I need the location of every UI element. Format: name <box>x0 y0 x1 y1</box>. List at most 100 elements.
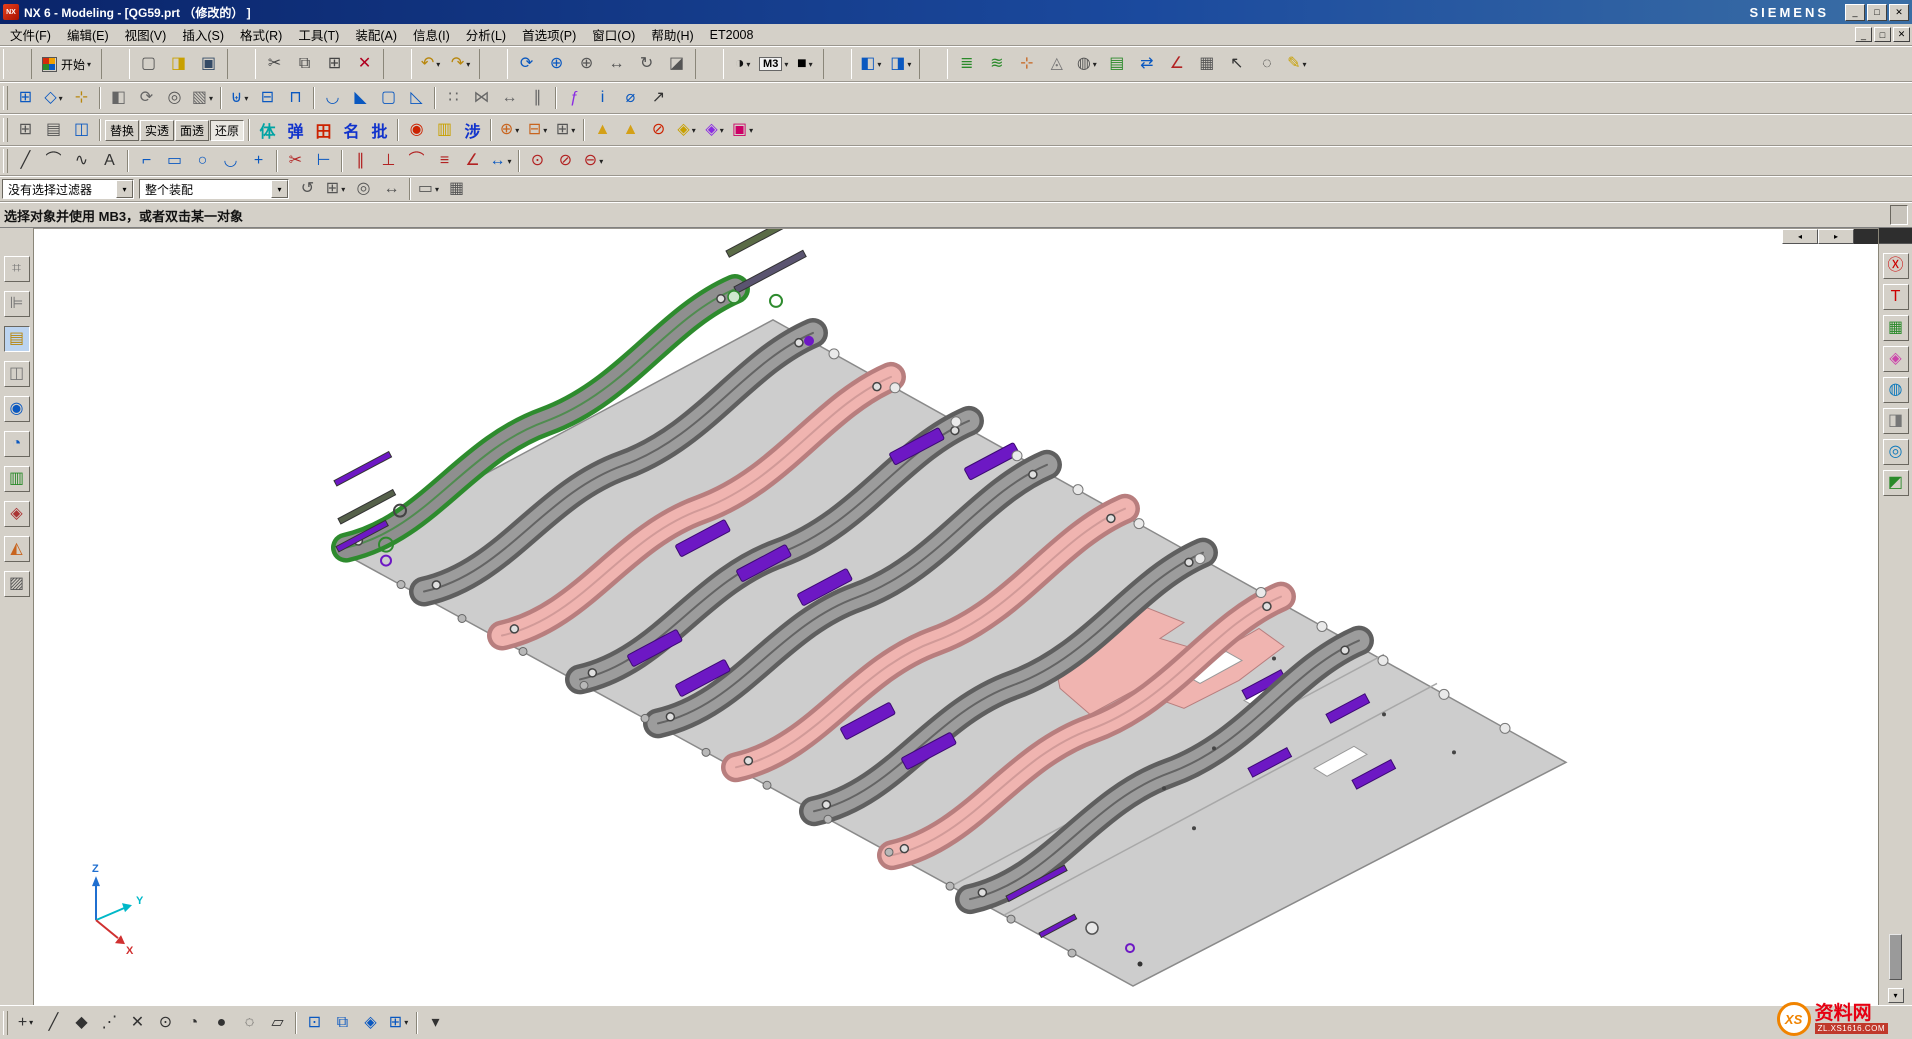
tool-chip-button[interactable]: ▦ <box>1883 315 1909 341</box>
snap-quadrant-button[interactable]: ◔ <box>180 1010 207 1036</box>
hole-button[interactable]: ◎ <box>161 85 188 111</box>
constraint-equal-button[interactable]: ≡ <box>431 148 458 174</box>
perspective-button[interactable]: ◪ <box>662 49 691 79</box>
constraint-tangent-button[interactable]: ⌒ <box>403 148 430 174</box>
constraint-parallel-button[interactable]: ∥ <box>347 148 374 174</box>
yellow-layer-button[interactable]: ▥ <box>431 117 458 143</box>
die-grid-button[interactable]: 田 <box>310 117 337 143</box>
visible-layers-button[interactable]: ≋ <box>982 49 1011 79</box>
unite-button[interactable]: ⊎ <box>226 85 253 111</box>
process-studio-tab[interactable]: ◈ <box>4 501 30 527</box>
menu-window[interactable]: 窗口(O) <box>584 23 643 46</box>
graphics-viewport[interactable]: Z Y X <box>34 228 1878 1005</box>
move-object-button[interactable]: ↔ <box>496 85 523 111</box>
menus-overflow-button[interactable]: ▾ <box>422 1010 449 1036</box>
layer-settings-button[interactable]: ≣ <box>952 49 981 79</box>
red-marker-button[interactable]: ◉ <box>403 117 430 143</box>
batch-tool-button[interactable]: 批 <box>366 117 393 143</box>
grid-display-button[interactable]: ▦ <box>1192 49 1221 79</box>
pan-button[interactable]: ↔ <box>602 49 631 79</box>
circle-minus-button[interactable]: ⊖ <box>580 148 607 174</box>
edge-blend-button[interactable]: ◡ <box>319 85 346 111</box>
purple-tool-button[interactable]: ◈ <box>701 117 728 143</box>
no-entry-button[interactable]: ⊘ <box>645 117 672 143</box>
minimize-button[interactable]: _ <box>1845 4 1865 21</box>
assembly-navigator-tab[interactable]: ⌗ <box>4 256 30 282</box>
show-body-button[interactable]: 体 <box>254 117 281 143</box>
draft-button[interactable]: ◺ <box>403 85 430 111</box>
block-button[interactable]: ▧ <box>189 85 216 111</box>
snap-point-toggle[interactable]: + <box>12 1010 39 1036</box>
save-button[interactable]: ▣ <box>194 49 223 79</box>
cut-button[interactable]: ✂ <box>260 49 289 79</box>
maximize-button[interactable]: □ <box>1867 4 1887 21</box>
menu-format[interactable]: 格式(R) <box>232 23 290 46</box>
tool-sheet-button[interactable]: ◨ <box>1883 408 1909 434</box>
close-button[interactable]: ✕ <box>1889 4 1909 21</box>
tool-part-button[interactable]: ◩ <box>1883 470 1909 496</box>
direct-sketch-button[interactable]: ⊞ <box>12 85 39 111</box>
menu-tools[interactable]: 工具(T) <box>290 23 347 46</box>
background-color-button[interactable]: ■ <box>790 49 819 79</box>
object-info-button[interactable]: i <box>589 85 616 111</box>
quick-trim-button[interactable]: ✂ <box>282 148 309 174</box>
subtract-button[interactable]: ⊟ <box>254 85 281 111</box>
gold-tool-button[interactable]: ◈ <box>673 117 700 143</box>
shell-button[interactable]: ▢ <box>375 85 402 111</box>
select-box-button[interactable]: ▭ <box>415 176 442 202</box>
fillet-button[interactable]: ◡ <box>217 148 244 174</box>
redo-button[interactable]: ↷ <box>446 49 475 79</box>
display-mode-button[interactable]: ◬ <box>1042 49 1071 79</box>
constraint-navigator-tab[interactable]: ⊫ <box>4 291 30 317</box>
cad-model-canvas[interactable]: Z Y X <box>34 229 1878 1005</box>
magnify-button[interactable]: ◎ <box>350 176 377 202</box>
interpart-relations-button[interactable]: ⇄ <box>1132 49 1161 79</box>
history-tab[interactable]: ◔ <box>4 431 30 457</box>
delete-button[interactable]: ✕ <box>350 49 379 79</box>
rendering-style-button[interactable]: ◑ <box>728 49 757 79</box>
dimension-button[interactable]: ↔ <box>487 148 514 174</box>
part-navigator-tab[interactable]: ▤ <box>4 326 30 352</box>
menu-edit[interactable]: 编辑(E) <box>59 23 117 46</box>
orient-view-front-button[interactable]: ◨ <box>886 49 915 79</box>
wcs-dynamics-button[interactable]: ⊹ <box>1012 49 1041 79</box>
paste-button[interactable]: ⊞ <box>320 49 349 79</box>
class-selection-button[interactable]: ↗ <box>645 85 672 111</box>
vertical-scrollbar-thumb[interactable] <box>1889 934 1902 980</box>
highlight-button[interactable]: ▦ <box>443 176 470 202</box>
combo-arrow-icon[interactable] <box>271 180 288 198</box>
child-minimize-button[interactable]: _ <box>1855 27 1872 42</box>
system-materials-tab[interactable]: ▥ <box>4 466 30 492</box>
lasso-select-button[interactable]: ◌ <box>1252 49 1281 79</box>
selection-filter-combo[interactable]: 没有选择过滤器 <box>2 179 134 199</box>
text-curve-button[interactable]: A <box>96 148 123 174</box>
clip-section-button[interactable]: ◫ <box>68 117 95 143</box>
annotation-button[interactable]: ✎ <box>1282 49 1311 79</box>
stamp-check-button[interactable]: ⊕ <box>496 117 523 143</box>
menu-file[interactable]: 文件(F) <box>2 23 59 46</box>
name-tool-button[interactable]: 名 <box>338 117 365 143</box>
snap-point-on-curve-button[interactable]: ◌ <box>236 1010 263 1036</box>
expression-button[interactable]: ƒ <box>561 85 588 111</box>
reuse-library-tab[interactable]: ◫ <box>4 361 30 387</box>
snap-point-on-surface-button[interactable]: ▱ <box>264 1010 291 1036</box>
revolve-button[interactable]: ⟳ <box>133 85 160 111</box>
menu-information[interactable]: 信息(I) <box>405 23 458 46</box>
extrude-button[interactable]: ◧ <box>105 85 132 111</box>
open-file-button[interactable]: ◨ <box>164 49 193 79</box>
pattern-feature-button[interactable]: ∷ <box>440 85 467 111</box>
tool-t-button[interactable]: T <box>1883 284 1909 310</box>
restore-display-button[interactable]: 还原 <box>210 120 244 141</box>
pink-tool-button[interactable]: ▣ <box>729 117 756 143</box>
line-button[interactable]: ╱ <box>12 148 39 174</box>
interpart-link-button[interactable]: ⧉ <box>329 1010 356 1036</box>
snap-control-point-button[interactable]: ⋰ <box>96 1010 123 1036</box>
shield-warn-button[interactable]: ▲ <box>617 117 644 143</box>
snap-endpoint-button[interactable]: ╱ <box>40 1010 67 1036</box>
she-tool-button[interactable]: 涉 <box>459 117 486 143</box>
combo-arrow-icon[interactable] <box>116 180 133 198</box>
tool-balls-button[interactable]: ◈ <box>1883 346 1909 372</box>
mirror-feature-button[interactable]: ⋈ <box>468 85 495 111</box>
scroll-down-button[interactable] <box>1888 988 1904 1003</box>
menu-preferences[interactable]: 首选项(P) <box>514 23 584 46</box>
